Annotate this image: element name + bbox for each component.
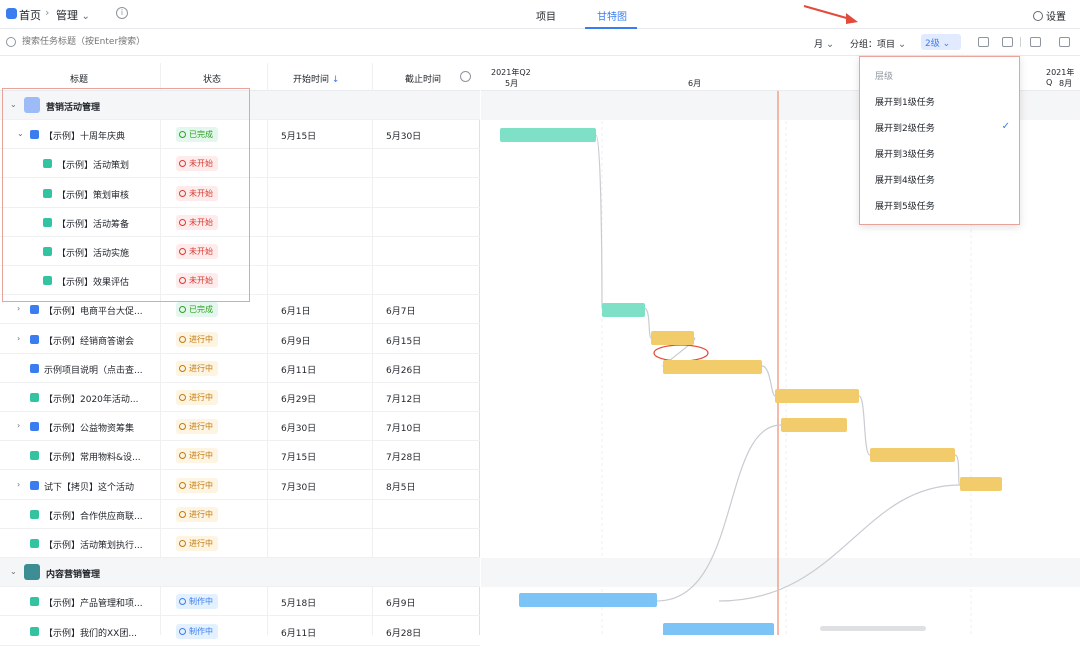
horizontal-scrollbar[interactable] <box>820 626 926 631</box>
annotation-arrowhead <box>846 13 858 24</box>
annotation-arrow <box>803 5 851 20</box>
annotation-overlay <box>803 5 858 24</box>
